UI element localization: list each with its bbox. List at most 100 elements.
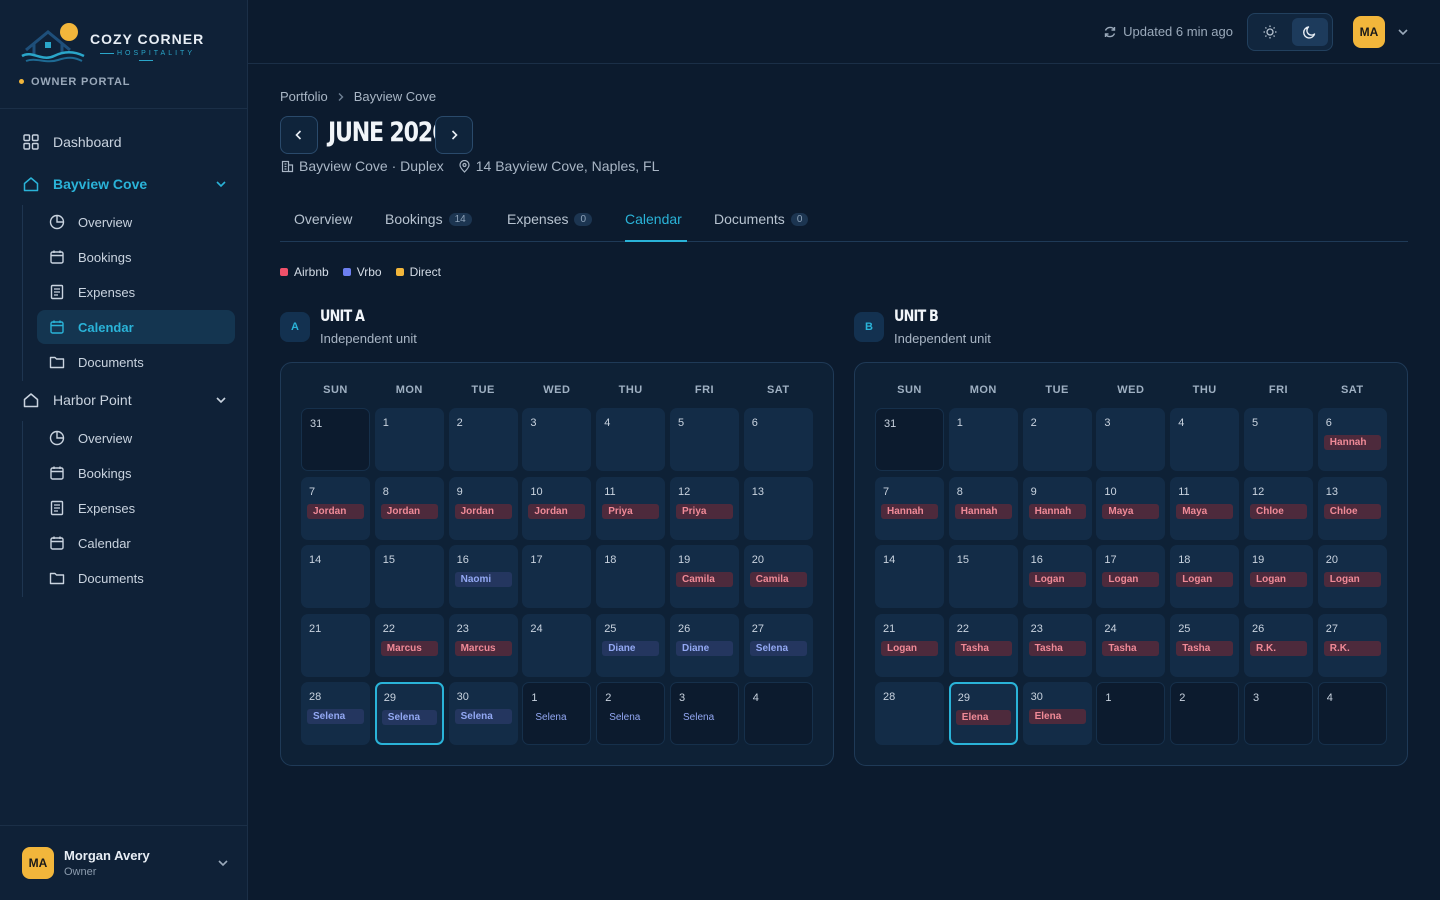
calendar-day[interactable]: 13 Chloe <box>1317 476 1387 540</box>
sidebar-group-harbor-point[interactable]: Harbor Point <box>22 389 228 411</box>
calendar-day-today[interactable]: 29 Selena <box>374 682 444 745</box>
calendar-day[interactable]: 15 <box>948 545 1018 608</box>
booking-chip[interactable]: Hannah <box>881 503 938 519</box>
calendar-day[interactable]: 3 <box>1244 682 1313 745</box>
calendar-day[interactable]: 1 Selena <box>522 682 592 745</box>
booking-chip[interactable]: Logan <box>1102 572 1160 587</box>
calendar-day[interactable]: 19 Logan <box>1244 545 1313 608</box>
calendar-day[interactable]: 28 <box>875 682 944 745</box>
user-menu[interactable]: MA Morgan Avery Owner <box>22 846 230 880</box>
booking-chip[interactable]: Jordan <box>307 503 364 519</box>
calendar-day[interactable]: 1 <box>1096 682 1166 745</box>
dark-mode-button[interactable] <box>1292 18 1328 46</box>
booking-chip[interactable]: Logan <box>1028 572 1086 587</box>
calendar-day[interactable]: 9 Jordan <box>448 476 518 540</box>
booking-chip[interactable]: Selena <box>529 710 584 725</box>
calendar-day[interactable]: 12 Chloe <box>1244 476 1313 540</box>
sidebar-item-expenses[interactable]: Expenses <box>37 275 235 309</box>
breadcrumb-portfolio[interactable]: Portfolio <box>280 89 328 104</box>
calendar-day[interactable]: 16 Logan <box>1022 545 1092 608</box>
calendar-day[interactable]: 2 <box>448 408 518 471</box>
sync-status[interactable]: Updated 6 min ago <box>1103 24 1233 39</box>
calendar-day[interactable]: 21 <box>301 613 370 677</box>
sidebar-item-documents[interactable]: Documents <box>37 345 235 379</box>
sidebar-item-calendar[interactable]: Calendar <box>37 526 235 560</box>
booking-chip[interactable]: R.K. <box>1250 640 1307 656</box>
booking-chip[interactable]: Marcus <box>454 640 512 656</box>
booking-chip[interactable]: Camila <box>749 572 807 587</box>
calendar-day[interactable]: 24 Tasha <box>1096 613 1166 677</box>
calendar-day[interactable]: 30 Selena <box>448 682 518 745</box>
calendar-day[interactable]: 1 <box>948 408 1018 471</box>
sidebar-item-dashboard[interactable]: Dashboard <box>22 131 122 153</box>
calendar-day[interactable]: 22 Tasha <box>948 613 1018 677</box>
theme-toggle[interactable] <box>1247 13 1333 51</box>
calendar-day[interactable]: 27 Selena <box>743 613 813 677</box>
calendar-day[interactable]: 31 <box>875 408 944 471</box>
booking-chip[interactable]: Camila <box>676 572 733 587</box>
brand-logo[interactable]: COZY CORNER HOSPITALITY <box>20 20 230 70</box>
calendar-day[interactable]: 20 Camila <box>743 545 813 608</box>
calendar-day[interactable]: 14 <box>301 545 370 608</box>
booking-chip[interactable]: Jordan <box>528 503 586 519</box>
light-mode-button[interactable] <box>1252 18 1288 46</box>
calendar-day[interactable]: 31 <box>301 408 370 471</box>
calendar-day[interactable]: 25 Diane <box>596 613 666 677</box>
calendar-day[interactable]: 11 Priya <box>596 476 666 540</box>
calendar-day[interactable]: 13 <box>743 476 813 540</box>
calendar-day[interactable]: 2 Selena <box>596 682 666 745</box>
sidebar-item-calendar[interactable]: Calendar <box>37 310 235 344</box>
tab-overview[interactable]: Overview <box>294 210 352 228</box>
calendar-day[interactable]: 21 Logan <box>875 613 944 677</box>
booking-chip[interactable]: Priya <box>676 503 733 519</box>
calendar-day[interactable]: 26 Diane <box>670 613 739 677</box>
calendar-day[interactable]: 8 Hannah <box>948 476 1018 540</box>
sidebar-group-bayview-cove[interactable]: Bayview Cove <box>22 173 228 195</box>
calendar-day[interactable]: 19 Camila <box>670 545 739 608</box>
booking-chip[interactable]: Hannah <box>1323 435 1381 450</box>
calendar-day[interactable]: 2 <box>1170 682 1240 745</box>
tab-calendar[interactable]: Calendar <box>625 210 682 228</box>
sidebar-item-documents[interactable]: Documents <box>37 561 235 595</box>
tab-expenses[interactable]: Expenses 0 <box>507 210 593 228</box>
calendar-day[interactable]: 15 <box>374 545 444 608</box>
calendar-day[interactable]: 10 Jordan <box>522 476 592 540</box>
tab-bookings[interactable]: Bookings 14 <box>385 210 472 228</box>
booking-chip[interactable]: Hannah <box>1028 503 1086 519</box>
calendar-day[interactable]: 3 Selena <box>670 682 739 745</box>
calendar-day[interactable]: 30 Elena <box>1022 682 1092 745</box>
booking-chip[interactable]: Jordan <box>454 503 512 519</box>
calendar-day[interactable]: 10 Maya <box>1096 476 1166 540</box>
booking-chip[interactable]: Naomi <box>454 572 512 587</box>
booking-chip[interactable]: Diane <box>676 640 733 656</box>
calendar-day[interactable]: 7 Jordan <box>301 476 370 540</box>
calendar-day[interactable]: 8 Jordan <box>374 476 444 540</box>
booking-chip[interactable]: Logan <box>1250 572 1307 587</box>
calendar-day[interactable]: 14 <box>875 545 944 608</box>
booking-chip[interactable]: Selena <box>307 709 364 724</box>
booking-chip[interactable]: Marcus <box>380 640 438 656</box>
booking-chip[interactable]: R.K. <box>1323 640 1381 656</box>
calendar-day[interactable]: 26 R.K. <box>1244 613 1313 677</box>
booking-chip[interactable]: Hannah <box>954 503 1012 519</box>
calendar-day[interactable]: 18 <box>596 545 666 608</box>
booking-chip[interactable]: Tasha <box>954 640 1012 656</box>
booking-chip[interactable]: Chloe <box>1323 503 1381 519</box>
calendar-day[interactable]: 20 Logan <box>1317 545 1387 608</box>
calendar-day[interactable]: 27 R.K. <box>1317 613 1387 677</box>
calendar-day[interactable]: 24 <box>522 613 592 677</box>
previous-month-button[interactable] <box>280 116 318 154</box>
booking-chip[interactable]: Selena <box>603 710 658 725</box>
calendar-day[interactable]: 17 Logan <box>1096 545 1166 608</box>
calendar-day[interactable]: 12 Priya <box>670 476 739 540</box>
calendar-day[interactable]: 17 <box>522 545 592 608</box>
booking-chip[interactable]: Elena <box>1028 709 1086 724</box>
booking-chip[interactable]: Selena <box>749 640 807 656</box>
booking-chip[interactable]: Tasha <box>1176 640 1234 656</box>
booking-chip[interactable]: Selena <box>677 710 732 725</box>
sidebar-item-overview[interactable]: Overview <box>37 205 235 239</box>
tab-documents[interactable]: Documents 0 <box>714 210 809 228</box>
booking-chip[interactable]: Jordan <box>380 503 438 519</box>
booking-chip[interactable]: Selena <box>381 710 437 725</box>
booking-chip[interactable]: Diane <box>602 640 660 656</box>
